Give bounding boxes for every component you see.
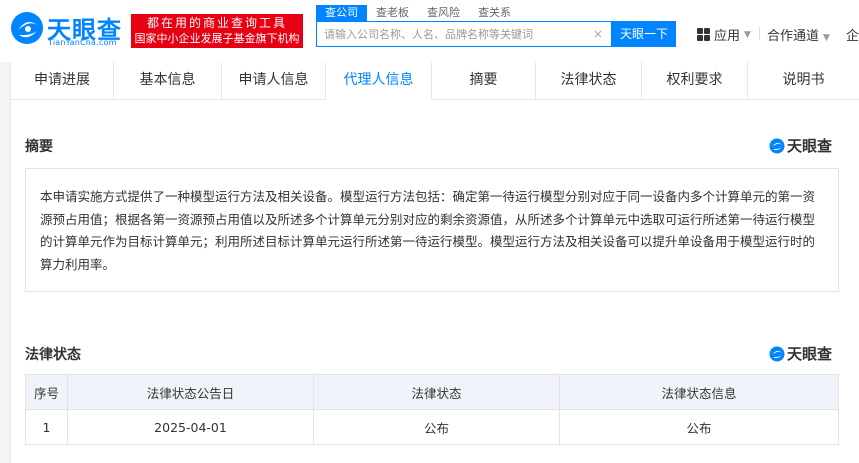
legal-status-title: 法律状态: [25, 347, 81, 363]
tab-description[interactable]: 说明书: [748, 62, 859, 99]
table-row: 1 2025-04-01 公布 公布: [25, 409, 839, 445]
top-bar: 天眼查 TianYanCha.com 都在用的商业查询工具 国家中小企业发展子基…: [0, 0, 859, 62]
abstract-title: 摘要: [25, 139, 53, 155]
tianyancha-logo-icon: [11, 12, 43, 44]
cooperation-label: 合作通道: [767, 29, 820, 44]
tianyancha-mark-icon: [769, 346, 785, 361]
abstract-brand-logo: 天眼查: [769, 135, 832, 156]
apps-grid-icon: [697, 28, 710, 41]
tab-basic-info[interactable]: 基本信息: [114, 62, 222, 99]
cell-index: 1: [25, 409, 68, 445]
abstract-text: 本申请实施方式提供了一种模型运行方法及相关设备。模型运行方法包括：确定第一待运行…: [25, 168, 839, 292]
promo-line-2: 国家中小企业发展子基金旗下机构: [134, 32, 300, 45]
table-header-row: 序号 法律状态公告日 法律状态 法律状态信息: [25, 374, 839, 410]
search-tab-risk[interactable]: 查风险: [418, 5, 469, 21]
cell-status-info: 公布: [559, 409, 839, 445]
promo-banner[interactable]: 都在用的商业查询工具 国家中小企业发展子基金旗下机构: [131, 14, 303, 48]
column-header-index: 序号: [25, 374, 68, 410]
column-header-date: 法律状态公告日: [67, 374, 314, 410]
search-input[interactable]: [317, 22, 587, 46]
column-header-status: 法律状态: [313, 374, 560, 410]
brand-name: 天眼查: [787, 137, 833, 155]
header-divider: [759, 27, 760, 40]
enterprise-link[interactable]: 企: [846, 25, 859, 44]
search-tab-company[interactable]: 查公司: [316, 5, 367, 21]
search-tab-relation[interactable]: 查关系: [469, 5, 520, 21]
legal-status-brand-logo: 天眼查: [769, 343, 832, 364]
column-header-status-info: 法律状态信息: [559, 374, 839, 410]
tab-application-progress[interactable]: 申请进展: [11, 62, 114, 99]
logo[interactable]: 天眼查 TianYanCha.com: [10, 9, 125, 49]
apps-label: 应用: [714, 29, 741, 44]
patent-detail-panel: 申请进展 基本信息 申请人信息 代理人信息 摘要 法律状态 权利要求 说明书 摘…: [10, 62, 859, 463]
apps-menu[interactable]: 应用 ▼: [697, 25, 751, 44]
brand-name: 天眼查: [787, 345, 833, 363]
tab-agent-info[interactable]: 代理人信息: [326, 62, 432, 100]
cooperation-menu[interactable]: 合作通道 ▼: [767, 25, 830, 44]
legal-status-table: 序号 法律状态公告日 法律状态 法律状态信息 1 2025-04-01 公布 公…: [25, 374, 839, 445]
tab-applicant-info[interactable]: 申请人信息: [222, 62, 326, 99]
logo-domain: TianYanCha.com: [48, 38, 117, 47]
search-type-tabs: 查公司 查老板 查风险 查关系: [316, 5, 520, 21]
search-button[interactable]: 天眼一下: [612, 21, 676, 47]
tab-claims[interactable]: 权利要求: [642, 62, 748, 99]
search-tab-boss[interactable]: 查老板: [367, 5, 418, 21]
tab-abstract[interactable]: 摘要: [432, 62, 536, 99]
tianyancha-mark-icon: [769, 138, 785, 153]
detail-tabs: 申请进展 基本信息 申请人信息 代理人信息 摘要 法律状态 权利要求 说明书: [11, 62, 859, 100]
search-box: ×: [316, 21, 612, 47]
chevron-down-icon: ▼: [744, 29, 751, 40]
chevron-down-icon: ▼: [823, 33, 830, 43]
clear-icon[interactable]: ×: [593, 26, 603, 42]
promo-line-1: 都在用的商业查询工具: [146, 16, 287, 30]
cell-status: 公布: [313, 409, 560, 445]
cell-date: 2025-04-01: [67, 409, 314, 445]
tab-legal-status[interactable]: 法律状态: [536, 62, 642, 99]
